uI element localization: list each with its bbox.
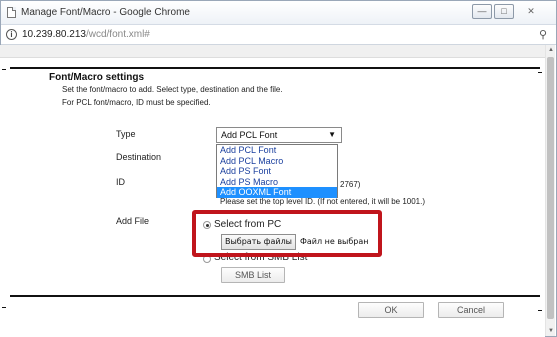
- page-icon: [7, 7, 16, 18]
- right-marker-bottom: [538, 310, 542, 311]
- add-file-label: Add File: [116, 216, 150, 226]
- id-range-text: 2767): [340, 180, 361, 189]
- footer-divider: [10, 295, 540, 297]
- file-status-text: Файл не выбран: [300, 237, 369, 246]
- type-select[interactable]: Add PCL Font ▼: [216, 127, 342, 143]
- smb-list-button[interactable]: SMB List: [221, 267, 285, 283]
- dropdown-arrow-icon: ▼: [328, 130, 336, 139]
- url-path: /wcd/font.xml#: [85, 29, 150, 40]
- title-bar: Manage Font/Macro - Google Chrome — □ ✕: [1, 1, 556, 25]
- type-select-value: Add PCL Font: [221, 130, 278, 140]
- destination-label: Destination: [116, 152, 162, 162]
- scroll-up-icon[interactable]: ▲: [548, 47, 554, 53]
- section-title: Font/Macro settings: [49, 72, 145, 83]
- choose-file-button[interactable]: Выбрать файлы: [221, 234, 296, 250]
- id-label: ID: [116, 177, 125, 187]
- cancel-button[interactable]: Cancel: [438, 302, 504, 318]
- info-icon[interactable]: i: [6, 29, 17, 40]
- type-option[interactable]: Add PS Font: [217, 166, 337, 177]
- right-marker: [538, 72, 542, 73]
- type-label: Type: [116, 129, 136, 139]
- scroll-down-icon[interactable]: ▼: [548, 328, 554, 334]
- radio-pc-label[interactable]: Select from PC: [214, 219, 281, 230]
- window-title: Manage Font/Macro - Google Chrome: [21, 7, 190, 18]
- radio-select-from-smb[interactable]: [203, 255, 211, 263]
- type-option-highlighted[interactable]: Add OOXML Font: [217, 187, 337, 198]
- address-bar[interactable]: i 10.239.80.213/wcd/font.xml# ⚲: [1, 25, 556, 45]
- minimize-button[interactable]: —: [472, 4, 492, 19]
- radio-smb-label[interactable]: Select from SMB List: [214, 252, 307, 263]
- description-line-1: Set the font/macro to add. Select type, …: [62, 85, 283, 94]
- type-dropdown-list[interactable]: Add PCL Font Add PCL Macro Add PS Font A…: [216, 144, 338, 198]
- page-top-strip: [0, 45, 545, 58]
- header-divider: [10, 67, 540, 69]
- puzzle-icon[interactable]: ⚲: [539, 28, 547, 41]
- left-marker-bottom: [2, 307, 6, 308]
- description-line-2: For PCL font/macro, ID must be specified…: [62, 98, 211, 107]
- ok-button[interactable]: OK: [358, 302, 424, 318]
- url-text[interactable]: 10.239.80.213/wcd/font.xml#: [22, 29, 150, 40]
- close-button[interactable]: ✕: [516, 4, 546, 19]
- vertical-scrollbar[interactable]: ▲ ▼: [545, 45, 555, 336]
- page-content: Font/Macro settings Set the font/macro t…: [0, 45, 545, 337]
- type-option[interactable]: Add PCL Macro: [217, 156, 337, 167]
- scrollbar-thumb[interactable]: [547, 57, 554, 319]
- url-host: 10.239.80.213: [22, 29, 86, 40]
- maximize-button[interactable]: □: [494, 4, 514, 19]
- type-option[interactable]: Add PS Macro: [217, 177, 337, 188]
- radio-select-from-pc[interactable]: [203, 221, 211, 229]
- type-option[interactable]: Add PCL Font: [217, 145, 337, 156]
- left-marker: [2, 69, 6, 70]
- id-hint-text: Please set the top level ID. (If not ent…: [220, 197, 425, 206]
